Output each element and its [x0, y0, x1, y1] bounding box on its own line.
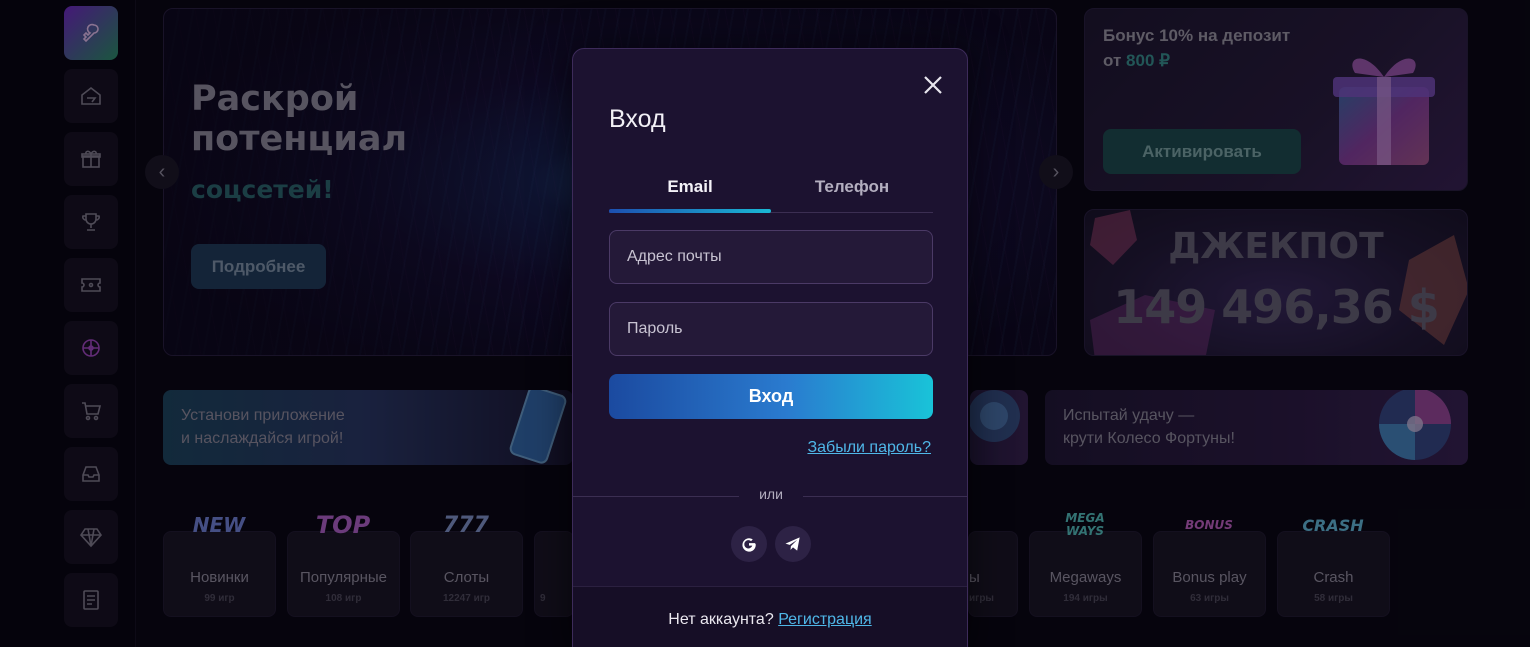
- active-tab-indicator: [609, 209, 771, 213]
- modal-footer: Нет аккаунта? Регистрация: [573, 586, 967, 647]
- register-link[interactable]: Регистрация: [778, 611, 872, 628]
- close-icon: [924, 76, 942, 94]
- google-login-button[interactable]: [731, 526, 767, 562]
- tab-email[interactable]: Email: [609, 175, 771, 211]
- close-button[interactable]: [921, 73, 945, 97]
- password-input[interactable]: [627, 320, 915, 338]
- email-field[interactable]: [609, 230, 933, 284]
- email-input[interactable]: [627, 248, 915, 266]
- or-separator: или: [739, 486, 803, 502]
- modal-title: Вход: [609, 105, 666, 133]
- password-field[interactable]: [609, 302, 933, 356]
- no-account-text: Нет аккаунта?: [668, 611, 774, 628]
- login-method-tabs: Email Телефон: [609, 175, 933, 213]
- forgot-password-link[interactable]: Забыли пароль?: [807, 439, 931, 457]
- google-icon: [742, 538, 756, 552]
- login-modal: Вход Email Телефон Вход Забыли пароль? и…: [572, 48, 968, 647]
- telegram-icon: [785, 537, 800, 551]
- login-submit-button[interactable]: Вход: [609, 374, 933, 419]
- telegram-login-button[interactable]: [775, 526, 811, 562]
- tab-phone[interactable]: Телефон: [771, 175, 933, 211]
